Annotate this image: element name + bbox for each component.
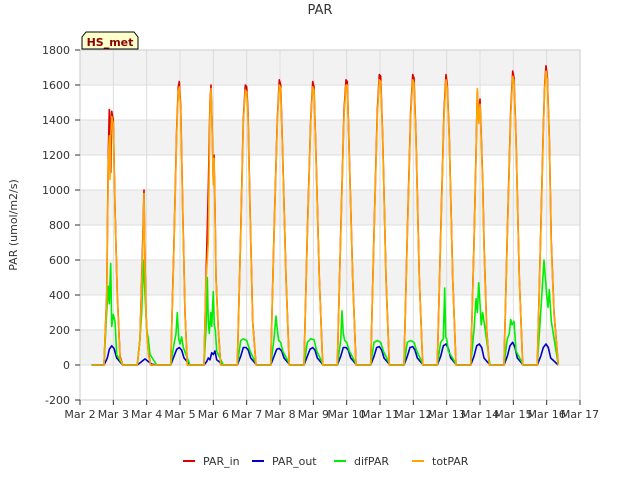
- chart-title: PAR: [308, 3, 333, 18]
- legend-label: PAR_in: [203, 455, 240, 468]
- x-tick-label: Mar 3: [98, 408, 129, 421]
- plot-band: [80, 155, 580, 190]
- y-tick-label: 0: [63, 359, 70, 372]
- x-tick-label: Mar 9: [298, 408, 329, 421]
- y-tick-label: 600: [49, 254, 70, 267]
- annotation-label: HS_met: [87, 36, 134, 49]
- legend-label: PAR_out: [272, 455, 317, 468]
- plot-band: [80, 120, 580, 155]
- x-tick-label: Mar 6: [198, 408, 229, 421]
- x-tick-label: Mar 7: [231, 408, 262, 421]
- y-axis-label: PAR (umol/m2/s): [7, 179, 20, 271]
- x-tick-label: Mar 8: [264, 408, 295, 421]
- x-tick-label: Mar 5: [164, 408, 195, 421]
- annotation-box: HS_met: [81, 31, 139, 50]
- x-tick-label: Mar 2: [64, 408, 95, 421]
- x-tick-label: Mar 4: [131, 408, 162, 421]
- x-tick-label: Mar 17: [561, 408, 599, 421]
- y-tick-label: 1200: [42, 149, 70, 162]
- y-tick-label: 1800: [42, 44, 70, 57]
- plot-band: [80, 85, 580, 120]
- y-tick-label: 1600: [42, 79, 70, 92]
- y-tick-label: 1400: [42, 114, 70, 127]
- y-tick-label: 400: [49, 289, 70, 302]
- plot-band: [80, 225, 580, 260]
- plot-band: [80, 190, 580, 225]
- legend-label: difPAR: [354, 455, 389, 468]
- plot-band: [80, 50, 580, 85]
- plot-band: [80, 365, 580, 400]
- y-tick-label: 200: [49, 324, 70, 337]
- legend-label: totPAR: [432, 455, 469, 468]
- y-tick-label: -200: [45, 394, 70, 407]
- plot-band: [80, 260, 580, 295]
- y-tick-label: 1000: [42, 184, 70, 197]
- y-tick-label: 800: [49, 219, 70, 232]
- par-chart: -200 0 200 400 600 800 1000 1200 1400 1600 1800 Ma…: [0, 0, 640, 480]
